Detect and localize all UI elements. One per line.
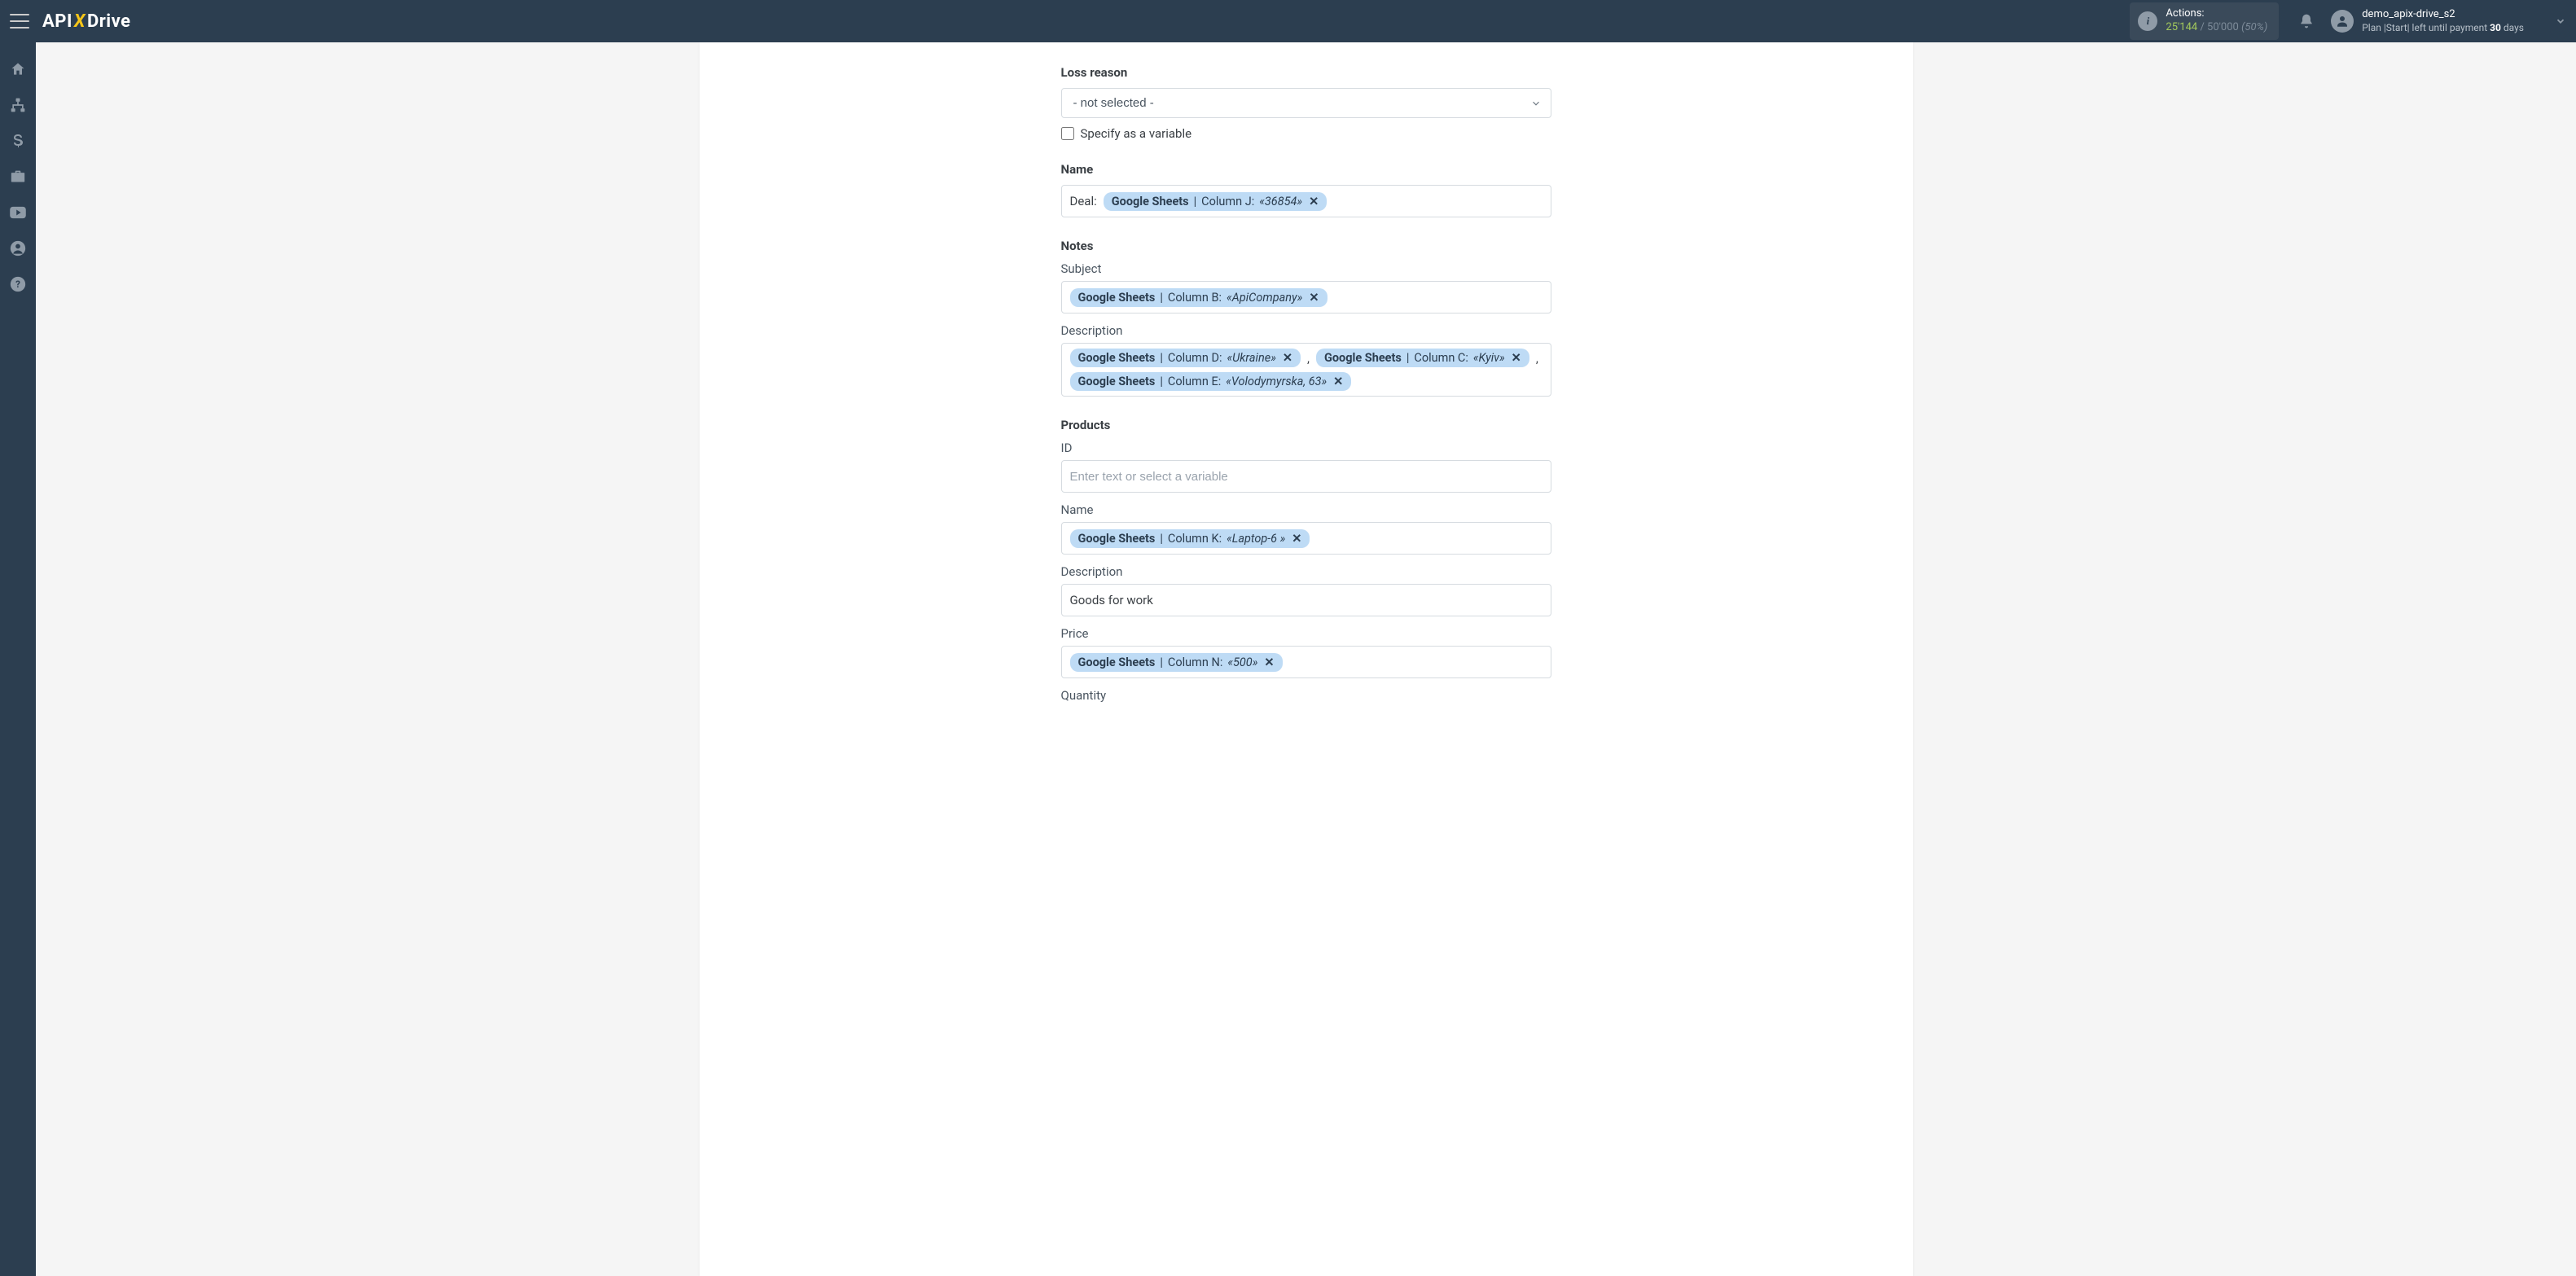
- label-notes: Notes: [1061, 239, 1551, 253]
- input-notes-description[interactable]: Google Sheets | Column D: «Ukraine» ✕ , …: [1061, 343, 1551, 397]
- main-area: Loss reason - not selected - Specify as …: [36, 42, 2576, 1276]
- label-products-quantity: Quantity: [1061, 688, 1551, 703]
- actions-total: 50'000: [2207, 21, 2239, 33]
- input-products-description[interactable]: Goods for work: [1061, 584, 1551, 616]
- actions-pct: (50%): [2241, 21, 2267, 33]
- checkbox-input[interactable]: [1061, 127, 1074, 140]
- form-column: Loss reason - not selected - Specify as …: [1061, 65, 1551, 703]
- close-icon[interactable]: ✕: [1292, 532, 1301, 546]
- products-id-textinput[interactable]: [1070, 470, 1543, 484]
- input-products-price[interactable]: Google Sheets | Column N: «500» ✕: [1061, 646, 1551, 678]
- nav-video-icon[interactable]: [0, 195, 36, 230]
- chip-pname-0[interactable]: Google Sheets | Column K: «Laptop-6 » ✕: [1070, 529, 1310, 548]
- label-loss-reason: Loss reason: [1061, 65, 1551, 80]
- logo-text-drive: Drive: [87, 11, 131, 32]
- select-loss-reason-wrap: - not selected -: [1061, 88, 1551, 118]
- nav-help-icon[interactable]: ?: [0, 267, 36, 301]
- actions-counter[interactable]: i Actions: 25'144 / 50'000 (50%): [2130, 2, 2279, 40]
- label-products: Products: [1061, 418, 1551, 432]
- label-products-price: Price: [1061, 626, 1551, 641]
- input-products-name[interactable]: Google Sheets | Column K: «Laptop-6 » ✕: [1061, 522, 1551, 555]
- chip-subject-0[interactable]: Google Sheets | Column B: «ApiCompany» ✕: [1070, 288, 1327, 307]
- user-menu[interactable]: demo_apix-drive_s2 Plan |Start| left unt…: [2331, 8, 2566, 33]
- chip-desc-1[interactable]: Google Sheets | Column C: «Kyiv» ✕: [1316, 349, 1529, 367]
- logo-text-x: X: [74, 11, 86, 32]
- name-prefix: Deal:: [1070, 194, 1097, 208]
- user-plan: Plan |Start| left until payment 30 days: [2362, 22, 2524, 34]
- field-name: Name Deal: Google Sheets | Column J: «36…: [1061, 162, 1551, 217]
- notifications-icon[interactable]: [2298, 12, 2315, 30]
- close-icon[interactable]: ✕: [1333, 375, 1343, 388]
- logo-text-api: API: [42, 11, 72, 32]
- close-icon[interactable]: ✕: [1512, 351, 1521, 365]
- svg-text:?: ?: [15, 278, 20, 290]
- user-text: demo_apix-drive_s2 Plan |Start| left unt…: [2362, 8, 2524, 33]
- actions-used: 25'144: [2166, 21, 2197, 33]
- avatar-icon: [2331, 10, 2354, 33]
- nav-billing-icon[interactable]: [0, 124, 36, 158]
- logo[interactable]: APIXDrive: [42, 11, 131, 32]
- label-products-description: Description: [1061, 564, 1551, 579]
- nav-home-icon[interactable]: [0, 52, 36, 86]
- menu-toggle[interactable]: [10, 14, 29, 29]
- separator-comma: ,: [1307, 351, 1310, 366]
- input-notes-subject[interactable]: Google Sheets | Column B: «ApiCompany» ✕: [1061, 281, 1551, 314]
- input-name[interactable]: Deal: Google Sheets | Column J: «36854» …: [1061, 185, 1551, 217]
- top-header: APIXDrive i Actions: 25'144 / 50'000 (50…: [0, 0, 2576, 42]
- chip-desc-0[interactable]: Google Sheets | Column D: «Ukraine» ✕: [1070, 349, 1301, 367]
- sidebar: ?: [0, 42, 36, 1276]
- chevron-down-icon[interactable]: [2555, 15, 2566, 27]
- select-loss-reason[interactable]: - not selected -: [1061, 88, 1551, 118]
- label-products-id: ID: [1061, 441, 1551, 455]
- close-icon[interactable]: ✕: [1309, 291, 1319, 305]
- label-notes-description: Description: [1061, 323, 1551, 338]
- chip-price-0[interactable]: Google Sheets | Column N: «500» ✕: [1070, 653, 1283, 672]
- checkbox-specify-variable[interactable]: Specify as a variable: [1061, 126, 1551, 141]
- close-icon[interactable]: ✕: [1283, 351, 1292, 365]
- user-name: demo_apix-drive_s2: [2362, 8, 2524, 21]
- close-icon[interactable]: ✕: [1309, 195, 1319, 208]
- field-loss-reason: Loss reason - not selected - Specify as …: [1061, 65, 1551, 141]
- label-notes-subject: Subject: [1061, 261, 1551, 276]
- nav-account-icon[interactable]: [0, 231, 36, 265]
- nav-briefcase-icon[interactable]: [0, 160, 36, 194]
- separator-comma: ,: [1536, 351, 1538, 366]
- label-products-name: Name: [1061, 502, 1551, 517]
- info-icon: i: [2138, 11, 2157, 31]
- chip-desc-2[interactable]: Google Sheets | Column E: «Volodymyrska,…: [1070, 372, 1352, 391]
- section-products: Products ID Name Google Sheets | Column …: [1061, 418, 1551, 703]
- label-name: Name: [1061, 162, 1551, 177]
- content-card: Loss reason - not selected - Specify as …: [700, 42, 1913, 1276]
- checkbox-label: Specify as a variable: [1081, 126, 1192, 141]
- nav-connections-icon[interactable]: [0, 88, 36, 122]
- actions-text: Actions: 25'144 / 50'000 (50%): [2166, 7, 2267, 35]
- input-products-id[interactable]: [1061, 460, 1551, 493]
- close-icon[interactable]: ✕: [1264, 656, 1274, 669]
- section-notes: Notes Subject Google Sheets | Column B: …: [1061, 239, 1551, 397]
- chip-name-0[interactable]: Google Sheets | Column J: «36854» ✕: [1104, 192, 1327, 211]
- actions-sep: /: [2197, 21, 2207, 33]
- products-description-text: Goods for work: [1070, 593, 1153, 607]
- actions-label: Actions:: [2166, 7, 2267, 21]
